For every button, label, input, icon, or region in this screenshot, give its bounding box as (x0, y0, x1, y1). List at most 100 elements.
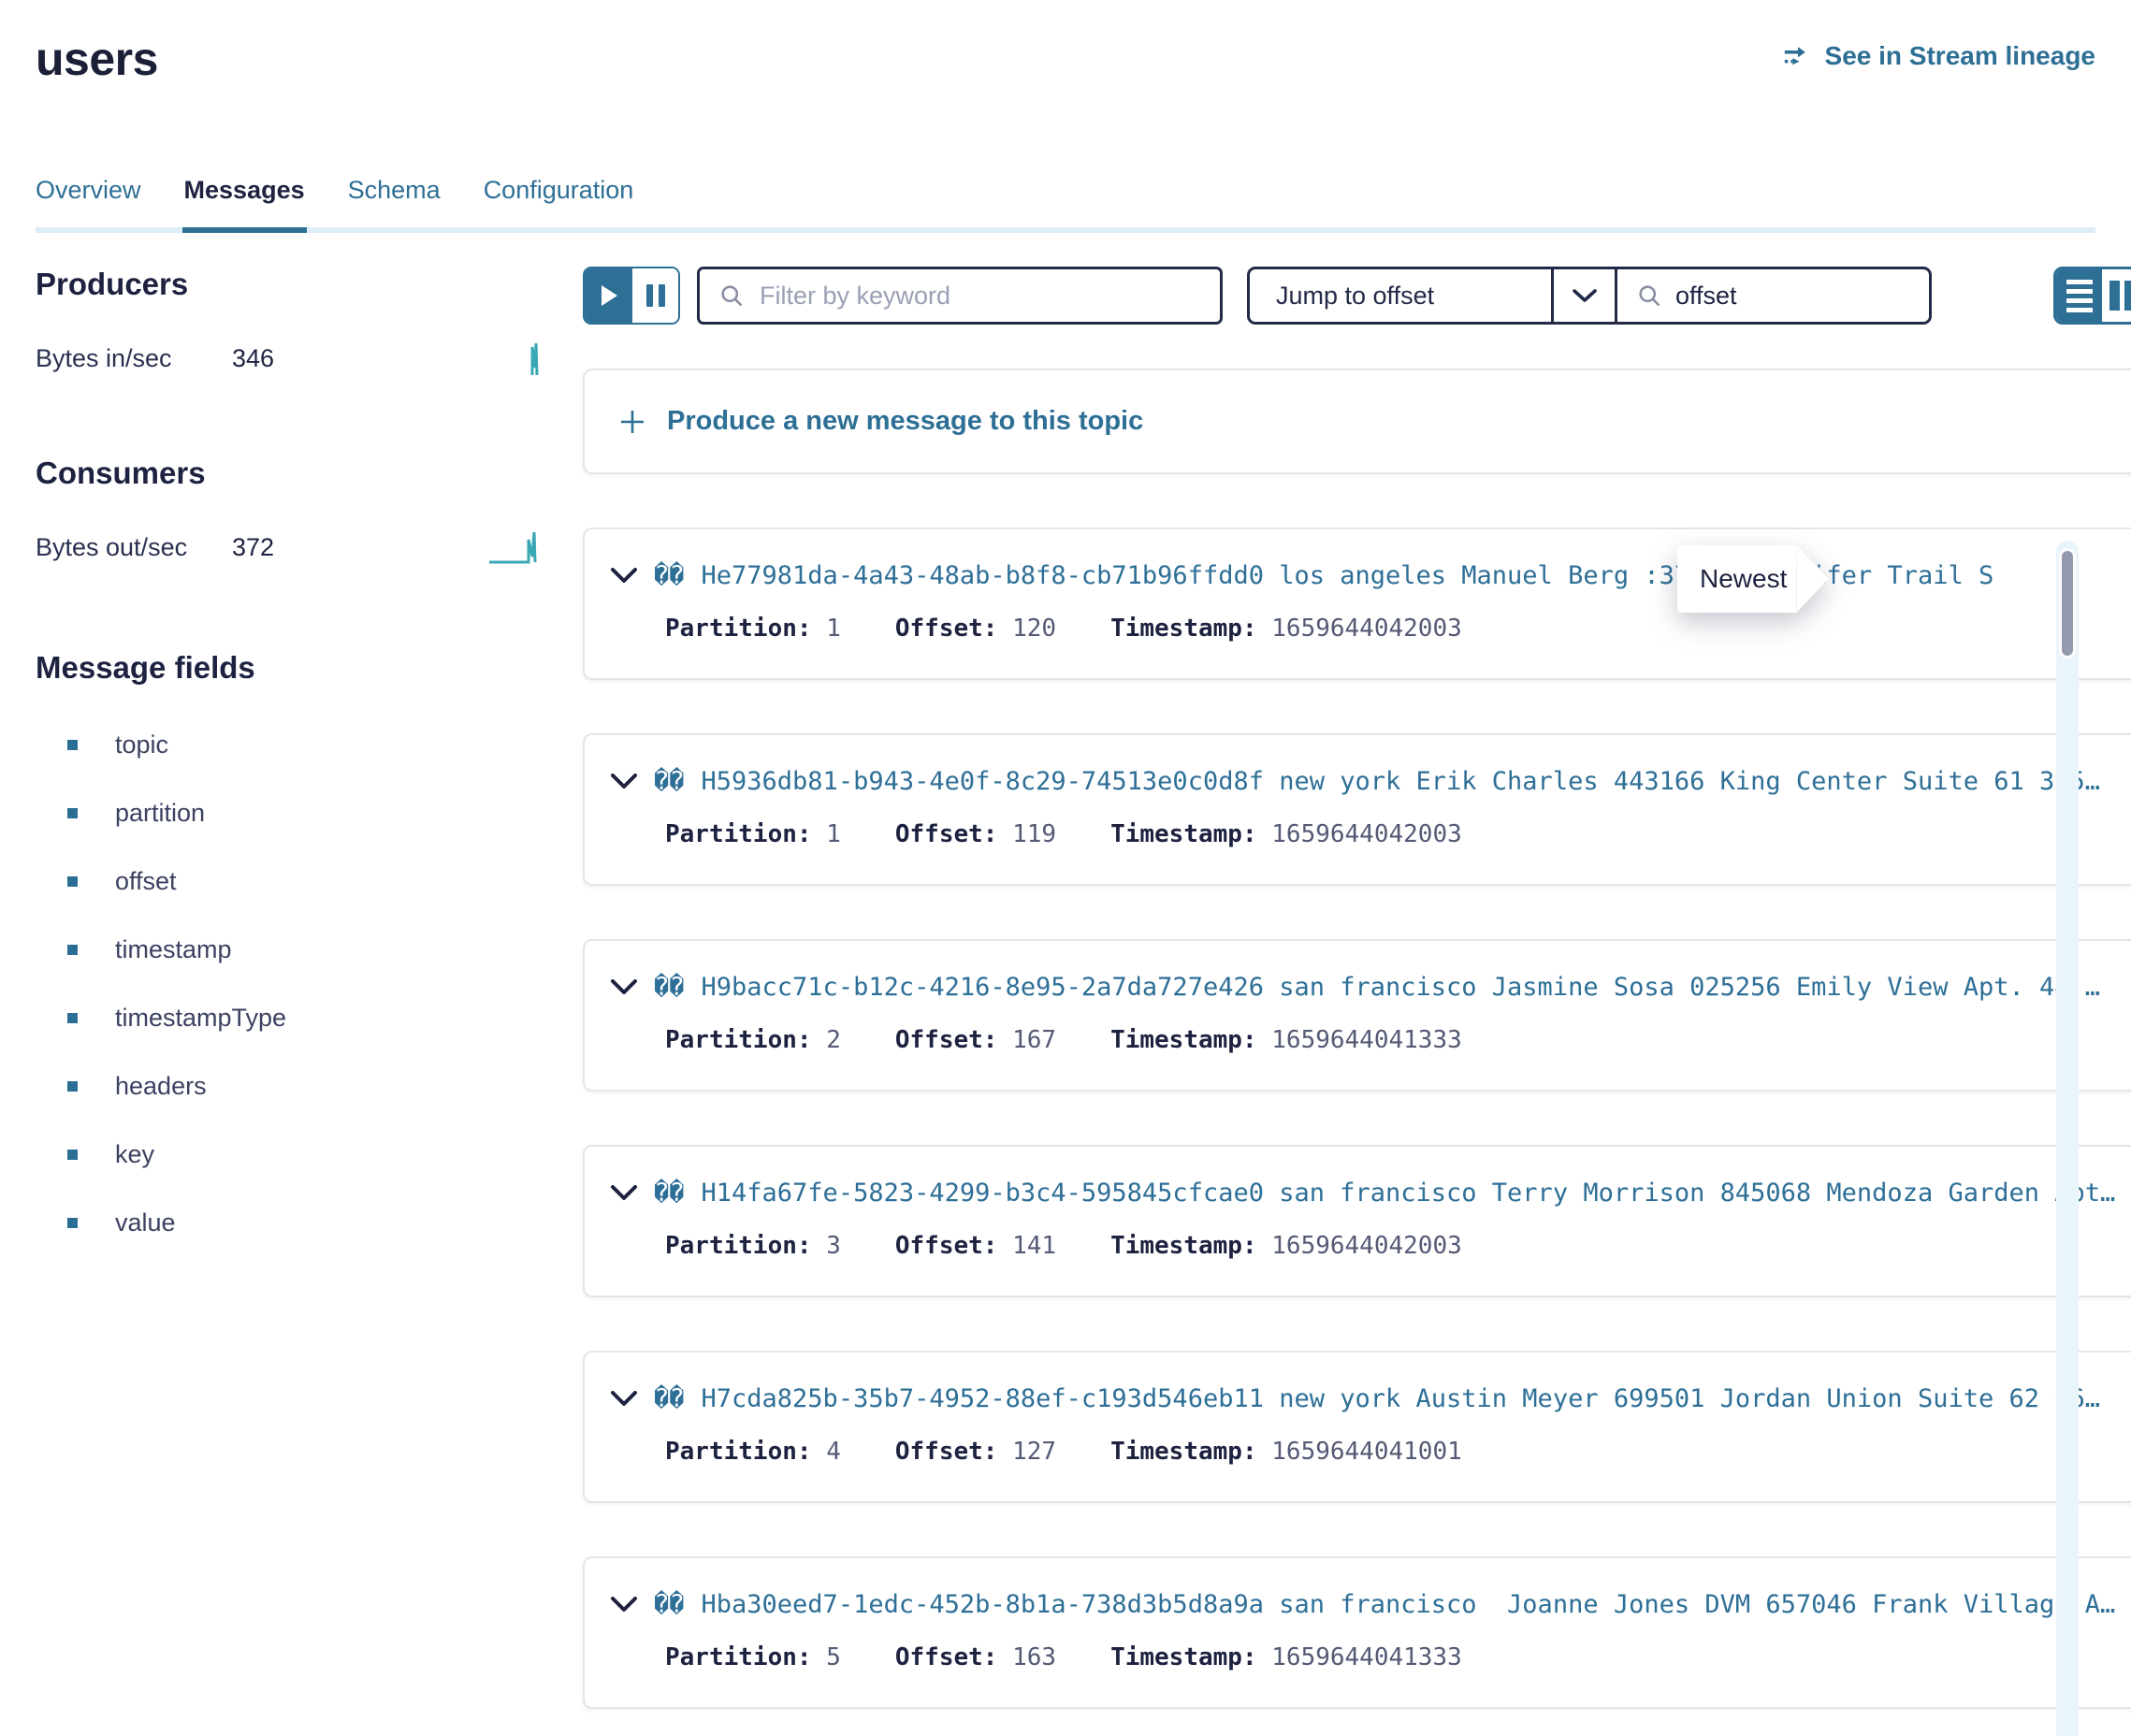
message-key-bytes: �� (654, 1384, 685, 1413)
keyword-filter[interactable] (697, 267, 1223, 325)
tab-schema[interactable]: Schema (348, 176, 441, 205)
play-button[interactable] (585, 268, 631, 323)
tab-configuration[interactable]: Configuration (484, 176, 634, 205)
field-item-headers[interactable]: headers (67, 1072, 583, 1101)
newest-tooltip: Newest (1677, 545, 1828, 613)
offset-label: Offset: (895, 820, 998, 848)
offset-search-input[interactable] (1675, 282, 1932, 311)
message-fields-heading: Message fields (36, 650, 583, 686)
column-view-button[interactable] (2102, 269, 2131, 322)
column-view-icon (2109, 281, 2120, 311)
field-item-value[interactable]: value (67, 1208, 583, 1237)
list-view-icon (2066, 280, 2093, 284)
offset-value: 167 (1012, 1026, 1056, 1054)
square-bullet-icon (67, 740, 78, 750)
offset-label: Offset: (895, 1643, 998, 1671)
message-key-bytes: �� (654, 767, 685, 796)
jump-to-offset-control: Jump to offset (1247, 267, 1932, 325)
offset-label: Offset: (895, 1232, 998, 1260)
square-bullet-icon (67, 1081, 78, 1092)
partition-value: 4 (826, 1438, 841, 1466)
square-bullet-icon (67, 808, 78, 818)
offset-value: 120 (1012, 615, 1056, 643)
message-value-preview: H14fa67fe-5823-4299-b3c4-595845cfcae0 sa… (702, 1179, 2116, 1208)
message-row[interactable]: �� Hba30eed7-1edc-452b-8b1a-738d3b5d8a9a… (583, 1556, 2131, 1709)
list-view-button[interactable] (2056, 269, 2102, 322)
message-row[interactable]: �� H9bacc71c-b12c-4216-8e95-2a7da727e426… (583, 939, 2131, 1092)
square-bullet-icon (67, 876, 78, 887)
partition-label: Partition: (665, 820, 812, 848)
messages-scrollbar-thumb[interactable] (2059, 548, 2076, 658)
pause-button[interactable] (631, 268, 678, 323)
message-row[interactable]: �� H14fa67fe-5823-4299-b3c4-595845cfcae0… (583, 1145, 2131, 1297)
expand-chevron-icon[interactable] (611, 1185, 637, 1201)
stream-lineage-icon (1782, 44, 1814, 68)
play-icon (602, 285, 617, 306)
message-row[interactable]: �� H7cda825b-35b7-4952-88ef-c193d546eb11… (583, 1351, 2131, 1503)
partition-label: Partition: (665, 1232, 812, 1260)
expand-chevron-icon[interactable] (611, 568, 637, 584)
expand-chevron-icon[interactable] (611, 979, 637, 995)
bytes-out-label: Bytes out/sec (36, 533, 232, 562)
see-in-stream-lineage-link[interactable]: See in Stream lineage (1782, 41, 2095, 71)
offset-value: 163 (1012, 1643, 1056, 1671)
message-key-bytes: �� (654, 1179, 685, 1208)
timestamp-value: 1659644042003 (1271, 820, 1462, 848)
message-row[interactable]: �� H5936db81-b943-4e0f-8c29-74513e0c0d8f… (583, 733, 2131, 886)
message-value-preview: H7cda825b-35b7-4952-88ef-c193d546eb11 ne… (702, 1384, 2116, 1413)
newest-tooltip-label: Newest (1677, 545, 1796, 613)
partition-label: Partition: (665, 1643, 812, 1671)
square-bullet-icon (67, 1150, 78, 1160)
expand-chevron-icon[interactable] (611, 1391, 637, 1407)
messages-toolbar: Jump to offset (583, 267, 2131, 325)
bytes-out-sparkline (487, 527, 547, 568)
offset-label: Offset: (895, 1026, 998, 1054)
page-header: users See in Stream lineage (36, 0, 2095, 86)
square-bullet-icon (67, 945, 78, 955)
message-key-bytes: �� (654, 561, 685, 590)
bytes-out-value: 372 (232, 533, 274, 562)
square-bullet-icon (67, 1218, 78, 1228)
keyword-filter-input[interactable] (760, 282, 1201, 311)
offset-label: Offset: (895, 615, 998, 643)
messages-panel: Jump to offset (583, 267, 2131, 1736)
message-value-preview: H9bacc71c-b12c-4216-8e95-2a7da727e426 sa… (702, 973, 2116, 1002)
search-icon (718, 282, 745, 309)
field-item-offset[interactable]: offset (67, 867, 583, 896)
expand-chevron-icon[interactable] (611, 1597, 637, 1613)
partition-value: 5 (826, 1643, 841, 1671)
message-key-bytes: �� (654, 973, 685, 1002)
offset-value: 119 (1012, 820, 1056, 848)
bytes-out-metric: Bytes out/sec 372 (36, 527, 583, 568)
message-value-preview: Hba30eed7-1edc-452b-8b1a-738d3b5d8a9a sa… (702, 1590, 2116, 1619)
timestamp-value: 1659644041333 (1271, 1643, 1462, 1671)
timestamp-value: 1659644042003 (1271, 615, 1462, 643)
tab-underline-track (36, 227, 2095, 233)
field-item-key[interactable]: key (67, 1140, 583, 1169)
field-item-timestampType[interactable]: timestampType (67, 1004, 583, 1033)
jump-to-offset-select[interactable]: Jump to offset (1250, 269, 1551, 322)
partition-label: Partition: (665, 615, 812, 643)
view-mode-toggle (2053, 267, 2131, 325)
messages-scrollbar-track[interactable] (2056, 541, 2079, 1736)
tab-messages[interactable]: Messages (184, 176, 305, 205)
partition-value: 2 (826, 1026, 841, 1054)
message-list: �� He77981da-4a43-48ab-b8f8-cb71b96ffdd0… (583, 528, 2131, 1709)
play-pause-toggle (583, 267, 680, 325)
chevron-down-icon[interactable] (1551, 269, 1615, 322)
partition-label: Partition: (665, 1438, 812, 1466)
field-item-topic[interactable]: topic (67, 731, 583, 760)
field-item-partition[interactable]: partition (67, 799, 583, 828)
offset-search-field[interactable] (1615, 269, 1929, 322)
field-item-timestamp[interactable]: timestamp (67, 935, 583, 964)
timestamp-value: 1659644041001 (1271, 1438, 1462, 1466)
partition-label: Partition: (665, 1026, 812, 1054)
timestamp-label: Timestamp: (1110, 1438, 1257, 1466)
timestamp-label: Timestamp: (1110, 1643, 1257, 1671)
produce-message-button[interactable]: Produce a new message to this topic (583, 369, 2131, 474)
tab-overview[interactable]: Overview (36, 176, 141, 205)
bytes-in-label: Bytes in/sec (36, 344, 232, 373)
offset-value: 127 (1012, 1438, 1056, 1466)
expand-chevron-icon[interactable] (611, 774, 637, 789)
message-row[interactable]: �� He77981da-4a43-48ab-b8f8-cb71b96ffdd0… (583, 528, 2131, 680)
